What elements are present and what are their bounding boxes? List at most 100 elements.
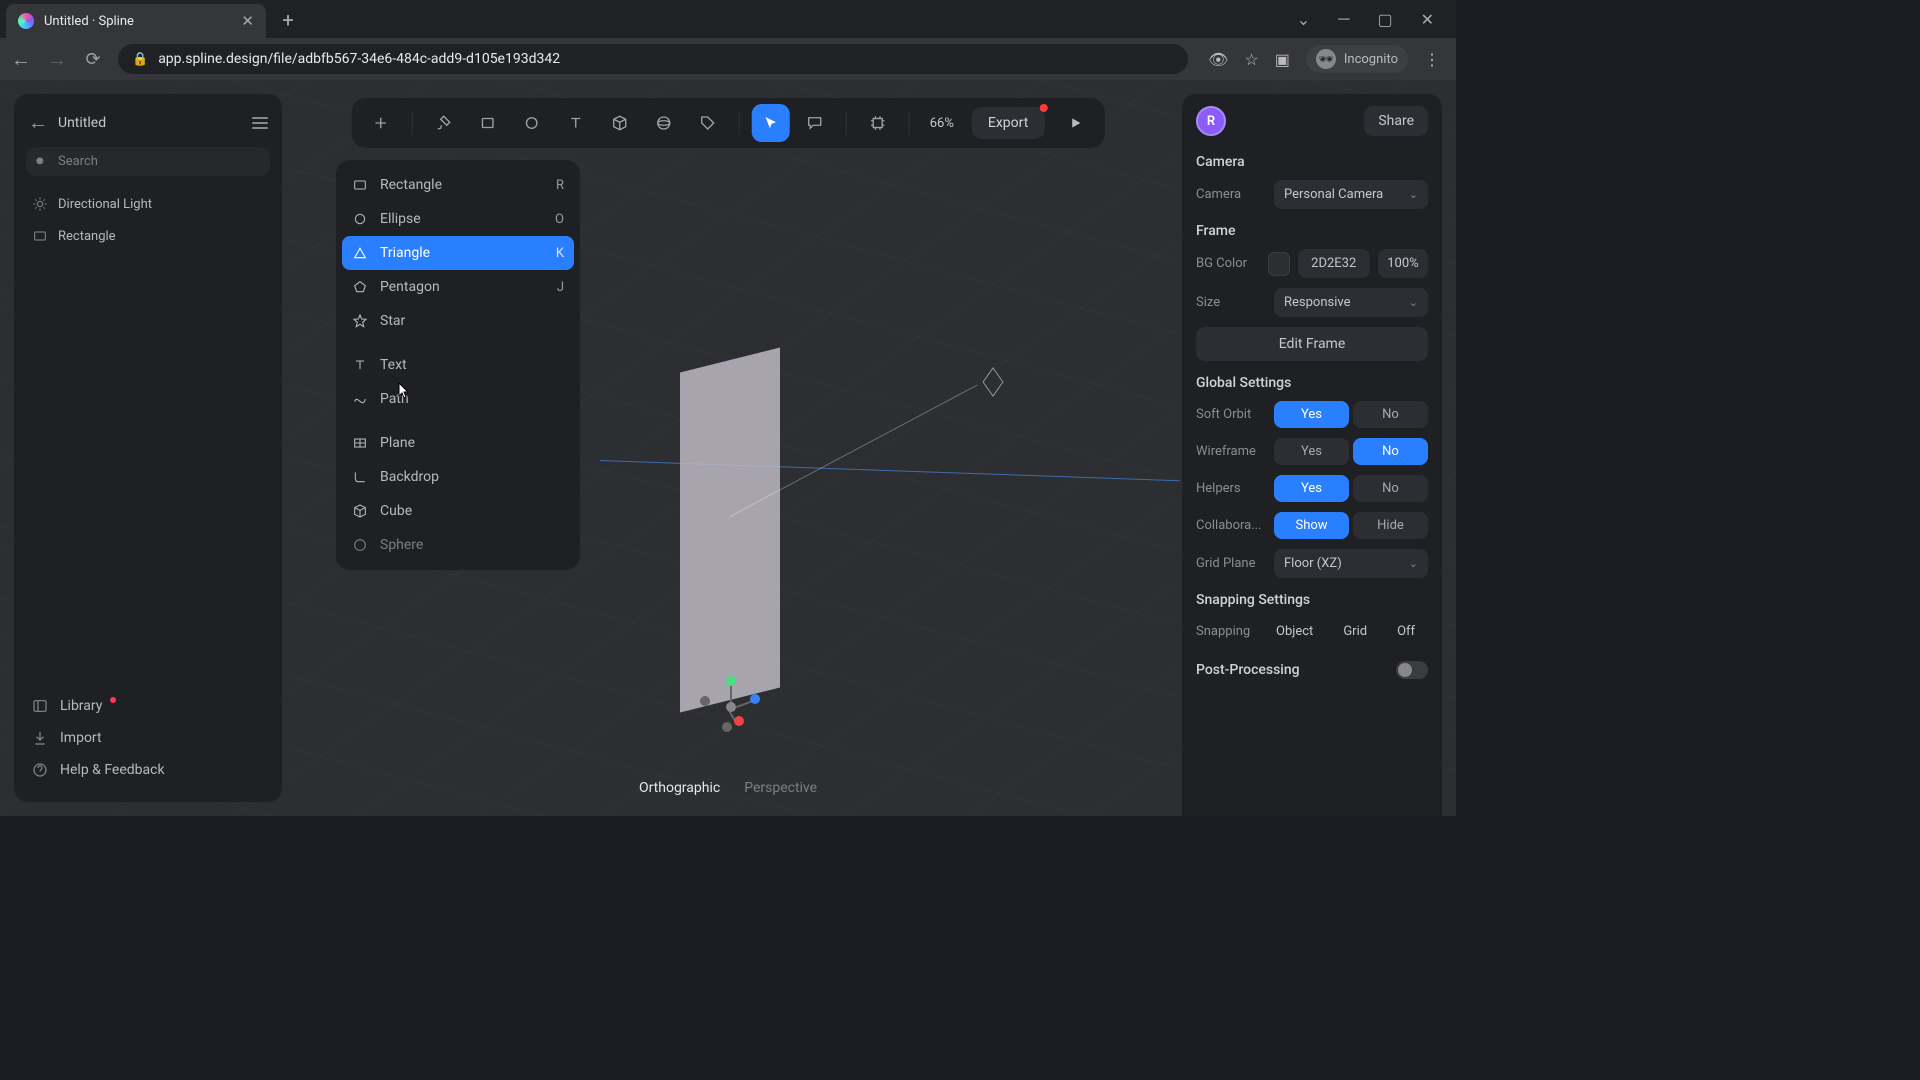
post-processing-toggle[interactable] xyxy=(1396,661,1428,679)
wireframe-yes[interactable]: Yes xyxy=(1274,438,1349,465)
tab-search-icon[interactable]: ⌄ xyxy=(1297,10,1310,29)
no-label: No xyxy=(1382,444,1399,459)
menu-item-pentagon[interactable]: Pentagon J xyxy=(342,270,574,304)
grid-plane-dropdown[interactable]: Floor (XZ) ⌄ xyxy=(1274,549,1428,578)
share-button[interactable]: Share xyxy=(1364,106,1428,136)
zoom-level[interactable]: 66% xyxy=(922,116,962,131)
help-icon xyxy=(32,762,48,778)
extensions-icon[interactable]: ▣ xyxy=(1275,50,1290,69)
axis-gizmo[interactable] xyxy=(700,676,762,738)
library-button[interactable]: Library xyxy=(26,690,270,722)
menu-item-text[interactable]: Text xyxy=(342,348,574,382)
menu-item-path[interactable]: Path xyxy=(342,382,574,416)
eye-blocked-icon[interactable]: 👁 xyxy=(1208,50,1228,69)
left-panel-footer: Library Import Help & Feedback xyxy=(14,684,282,792)
minimize-icon[interactable]: ─ xyxy=(1338,9,1349,29)
object-label: Object xyxy=(1276,624,1313,639)
menu-item-backdrop[interactable]: Backdrop xyxy=(342,460,574,494)
collab-show[interactable]: Show xyxy=(1274,512,1349,539)
user-avatar[interactable]: R xyxy=(1196,106,1226,136)
ellipse-tool-button[interactable] xyxy=(513,104,551,142)
forward-icon[interactable]: → xyxy=(46,47,68,72)
project-title[interactable]: Untitled xyxy=(58,115,106,131)
camera-dropdown[interactable]: Personal Camera ⌄ xyxy=(1274,180,1428,209)
new-tab-button[interactable]: + xyxy=(274,6,302,34)
sphere-tool-button[interactable] xyxy=(645,104,683,142)
chevron-down-icon: ⌄ xyxy=(1409,188,1418,201)
address-bar[interactable]: 🔒 app.spline.design/file/adbfb567-34e6-4… xyxy=(118,44,1188,74)
layer-item-rectangle[interactable]: Rectangle xyxy=(26,220,270,252)
helpers-yes[interactable]: Yes xyxy=(1274,475,1349,502)
add-button[interactable] xyxy=(362,104,400,142)
maximize-icon[interactable]: ▢ xyxy=(1377,10,1392,29)
cube-tool-button[interactable] xyxy=(601,104,639,142)
close-window-icon[interactable]: ✕ xyxy=(1421,10,1434,29)
menu-item-plane[interactable]: Plane xyxy=(342,426,574,460)
menu-item-triangle[interactable]: Triangle K xyxy=(342,236,574,270)
play-button[interactable] xyxy=(1056,104,1094,142)
perspective-option[interactable]: Perspective xyxy=(744,780,817,796)
menu-label: Rectangle xyxy=(380,177,442,193)
help-button[interactable]: Help & Feedback xyxy=(26,754,270,786)
menu-item-sphere[interactable]: Sphere xyxy=(342,528,574,562)
back-arrow-icon[interactable]: ← xyxy=(28,110,48,135)
pen-tool-button[interactable] xyxy=(425,104,463,142)
close-tab-icon[interactable]: ✕ xyxy=(241,12,254,30)
soft-orbit-yes[interactable]: Yes xyxy=(1274,401,1349,428)
orthographic-option[interactable]: Orthographic xyxy=(639,780,720,796)
shortcut-label: R xyxy=(556,178,564,193)
browser-chrome: Untitled · Spline ✕ + ⌄ ─ ▢ ✕ ← → ⟳ 🔒 ap… xyxy=(0,0,1456,80)
color-swatch[interactable] xyxy=(1268,252,1290,276)
snapping-off[interactable]: Off xyxy=(1385,618,1427,645)
frame-tool-button[interactable] xyxy=(859,104,897,142)
helpers-no[interactable]: No xyxy=(1353,475,1428,502)
opacity-input[interactable]: 100% xyxy=(1378,249,1428,278)
bookmark-star-icon[interactable]: ☆ xyxy=(1244,50,1258,69)
reload-icon[interactable]: ⟳ xyxy=(82,49,104,70)
size-label: Size xyxy=(1196,295,1266,310)
menu-label: Sphere xyxy=(380,537,423,553)
hex-input[interactable]: 2D2E32 xyxy=(1298,249,1370,278)
directional-light-gizmo[interactable] xyxy=(983,367,1004,397)
menu-label: Backdrop xyxy=(380,469,439,485)
edit-frame-button[interactable]: Edit Frame xyxy=(1196,327,1428,361)
wireframe-no[interactable]: No xyxy=(1353,438,1428,465)
shape-dropdown-menu: Rectangle R Ellipse O Triangle K Pentago… xyxy=(336,160,580,570)
kebab-menu-icon[interactable]: ⋮ xyxy=(1424,50,1440,69)
size-row: Size Responsive ⌄ xyxy=(1196,288,1428,317)
browser-tab[interactable]: Untitled · Spline ✕ xyxy=(6,4,266,38)
post-processing-row: Post-Processing xyxy=(1196,661,1428,679)
left-panel: ← Untitled Search Directional Light Rect… xyxy=(14,94,282,802)
shortcut-label: K xyxy=(556,246,564,261)
rectangle-tool-button[interactable] xyxy=(469,104,507,142)
tag-tool-button[interactable] xyxy=(689,104,727,142)
select-tool-button[interactable] xyxy=(752,104,790,142)
comment-tool-button[interactable] xyxy=(796,104,834,142)
export-button[interactable]: Export xyxy=(972,107,1044,139)
snapping-grid[interactable]: Grid xyxy=(1331,618,1379,645)
scene-rectangle-object[interactable] xyxy=(680,348,780,713)
collab-hide[interactable]: Hide xyxy=(1353,512,1428,539)
soft-orbit-no[interactable]: No xyxy=(1353,401,1428,428)
menu-item-cube[interactable]: Cube xyxy=(342,494,574,528)
menu-icon[interactable] xyxy=(252,117,268,129)
menu-item-ellipse[interactable]: Ellipse O xyxy=(342,202,574,236)
size-dropdown[interactable]: Responsive ⌄ xyxy=(1274,288,1428,317)
incognito-badge[interactable]: 🕶 Incognito xyxy=(1306,45,1408,73)
size-value: Responsive xyxy=(1284,295,1351,310)
import-button[interactable]: Import xyxy=(26,722,270,754)
yes-label: Yes xyxy=(1301,481,1322,496)
no-label: No xyxy=(1382,407,1399,422)
edit-frame-label: Edit Frame xyxy=(1279,336,1346,352)
library-label: Library xyxy=(60,698,102,714)
wireframe-row: Wireframe Yes No xyxy=(1196,438,1428,465)
snapping-object[interactable]: Object xyxy=(1264,618,1325,645)
menu-item-star[interactable]: Star xyxy=(342,304,574,338)
menu-label: Triangle xyxy=(380,245,430,261)
text-tool-button[interactable] xyxy=(557,104,595,142)
back-icon[interactable]: ← xyxy=(10,47,32,72)
opacity-value: 100% xyxy=(1387,256,1418,271)
search-input[interactable]: Search xyxy=(26,147,270,176)
menu-item-rectangle[interactable]: Rectangle R xyxy=(342,168,574,202)
layer-item-directional-light[interactable]: Directional Light xyxy=(26,188,270,220)
